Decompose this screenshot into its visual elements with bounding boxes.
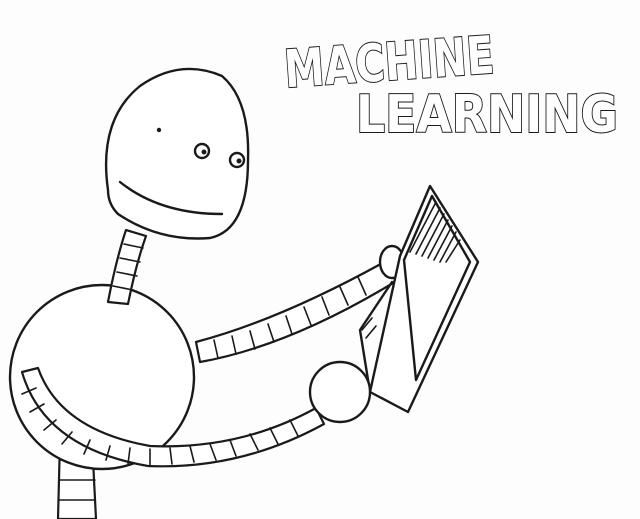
book (358, 184, 480, 414)
title-line-2: LEARNING (356, 85, 618, 145)
robot-arm-upper (194, 244, 406, 364)
robot-reading-illustration: MACHINE LEARNING (8, 25, 619, 519)
illustration-stage: MACHINE LEARNING (0, 0, 640, 519)
robot-hand-lower (308, 360, 372, 424)
title: MACHINE LEARNING (281, 25, 619, 146)
robot-head (104, 67, 250, 240)
